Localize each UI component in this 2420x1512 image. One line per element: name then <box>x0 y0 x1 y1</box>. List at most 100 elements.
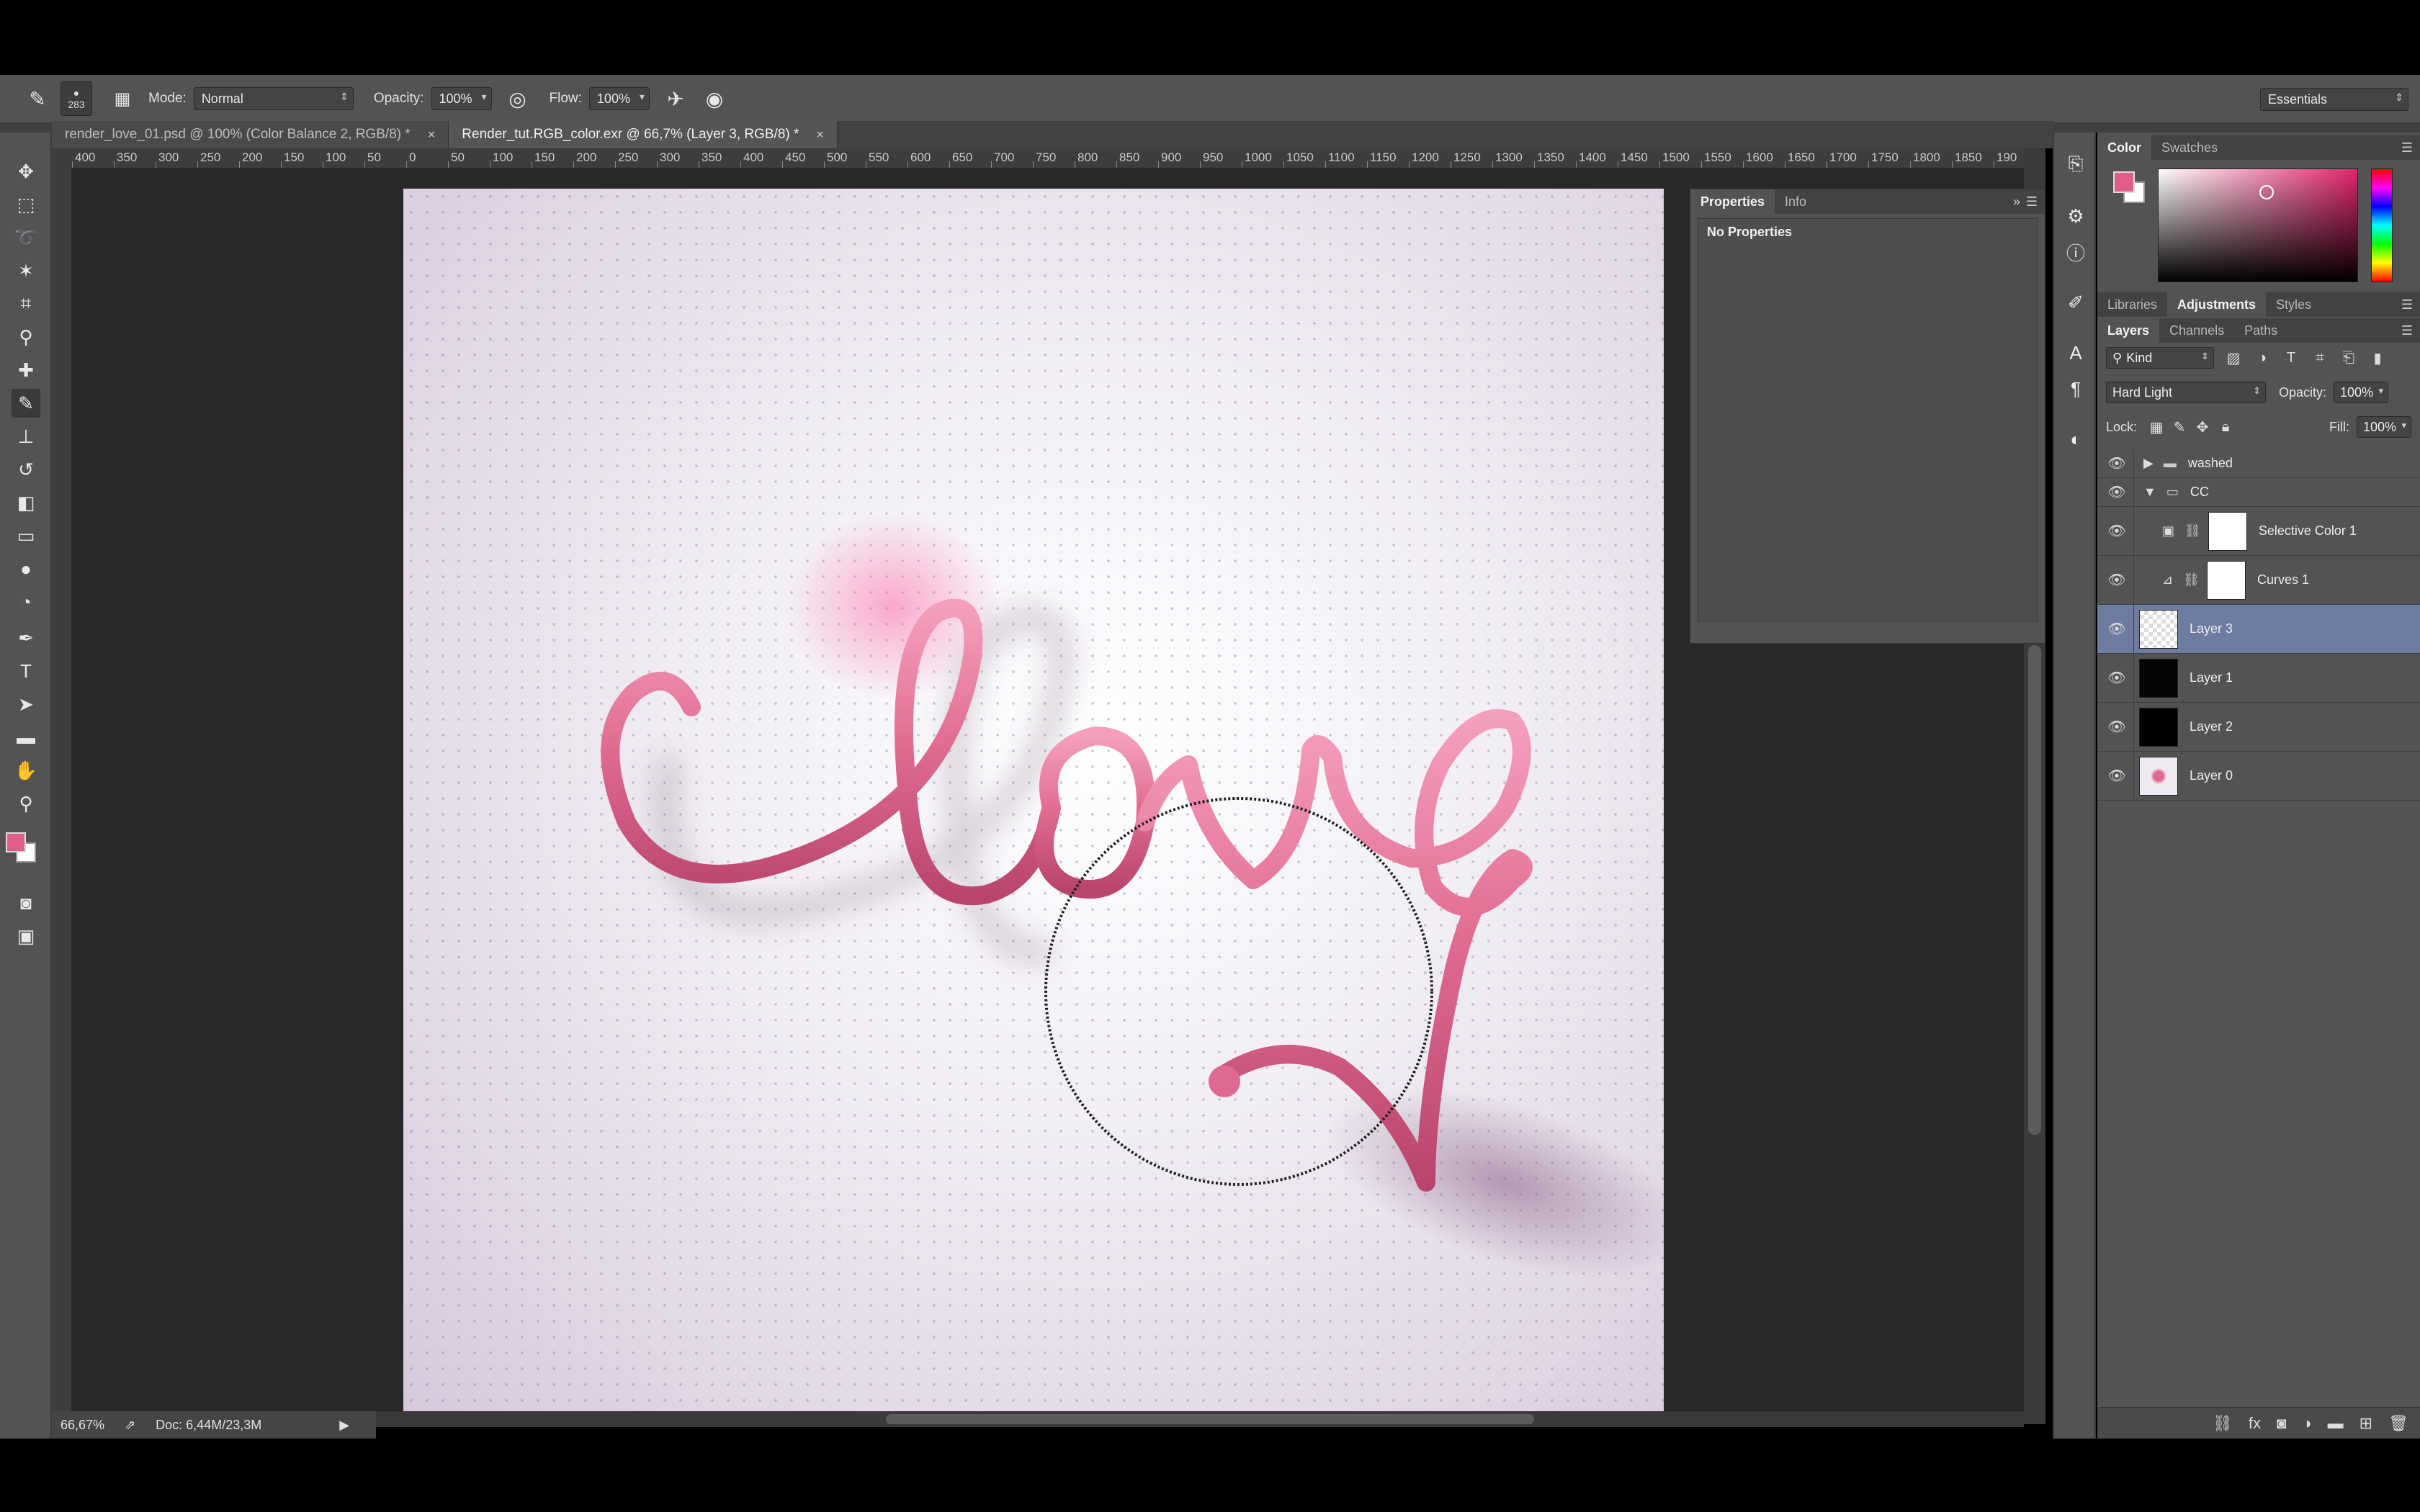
trash-icon[interactable]: 🗑︎ <box>2388 1414 2408 1433</box>
layer-thumbnail[interactable] <box>2139 707 2178 747</box>
layer-thumbnail[interactable] <box>2139 658 2178 698</box>
tab-swatches[interactable]: Swatches <box>2151 135 2228 160</box>
opacity-field[interactable]: 100% ▾ <box>431 87 492 110</box>
filter-toggle-icon[interactable]: ▮ <box>2368 348 2387 367</box>
shape-tool-icon[interactable]: ▬ <box>12 723 40 752</box>
tab-styles[interactable]: Styles <box>2266 292 2321 317</box>
layer-row[interactable]: 👁︎ ▶ ▬ washed <box>2097 449 2420 478</box>
filter-pixel-icon[interactable]: ▨ <box>2224 348 2243 367</box>
layer-row[interactable]: 👁︎ Layer 1 <box>2097 654 2420 703</box>
layer-row[interactable]: 👁︎ Layer 0 <box>2097 752 2420 801</box>
lasso-tool-icon[interactable]: ➰ <box>12 223 40 252</box>
pressure-size-icon[interactable]: ◉ <box>699 83 730 114</box>
scroll-thumb[interactable] <box>2028 645 2041 1135</box>
brush-panel-toggle-icon[interactable]: ▦ <box>107 83 138 114</box>
collapse-arrow-icon[interactable]: ▼ <box>2143 485 2156 500</box>
expand-arrow-icon[interactable]: ▶ <box>2143 456 2154 471</box>
lock-transparent-icon[interactable]: ▦ <box>2147 418 2166 436</box>
layer-mask-thumbnail[interactable] <box>2206 560 2246 600</box>
layer-mask-thumbnail[interactable] <box>2208 511 2247 551</box>
layer-row[interactable]: 👁︎ ⊿ ⛓ Curves 1 <box>2097 556 2420 605</box>
flow-field[interactable]: 100% ▾ <box>588 87 650 110</box>
tab-adjustments[interactable]: Adjustments <box>2167 292 2267 317</box>
horizontal-ruler[interactable]: 400 350 300 250 200 150 100 50 0 50 100 150 200 250 30… <box>72 148 2045 168</box>
color-fg-swatch[interactable] <box>2113 171 2135 193</box>
healing-brush-tool-icon[interactable]: ✚ <box>12 356 40 384</box>
move-tool-icon[interactable]: ✥ <box>12 157 40 186</box>
tab-layers[interactable]: Layers <box>2097 318 2160 343</box>
type-tool-icon[interactable]: T <box>12 657 40 685</box>
layer-thumbnail[interactable] <box>2139 756 2178 796</box>
document-size[interactable]: Doc: 6,44M/23,3M <box>156 1418 261 1433</box>
visibility-eye-icon[interactable]: 👁︎ <box>2107 522 2126 541</box>
quick-mask-icon[interactable]: ◙ <box>12 888 40 917</box>
chain-link-icon[interactable]: ⛓ <box>2184 523 2201 539</box>
filter-shape-icon[interactable]: ⌗ <box>2311 348 2329 367</box>
brush-tool-preset-icon[interactable]: ✎ <box>22 83 53 114</box>
dodge-tool-icon[interactable]: ◔ <box>12 588 40 616</box>
crop-tool-icon[interactable]: ⌗ <box>12 289 40 318</box>
visibility-eye-icon[interactable]: 👁︎ <box>2107 620 2126 639</box>
marquee-tool-icon[interactable]: ⬚ <box>12 190 40 219</box>
visibility-eye-icon[interactable]: 👁︎ <box>2107 767 2126 786</box>
filter-smart-object-icon[interactable]: ⎗ <box>2339 348 2358 367</box>
filter-type-icon[interactable]: T <box>2282 348 2300 367</box>
tab-paths[interactable]: Paths <box>2234 318 2287 343</box>
magic-wand-tool-icon[interactable]: ✶ <box>12 256 40 285</box>
character-panel-icon[interactable]: A <box>2064 341 2087 364</box>
gradient-tool-icon[interactable]: ▭ <box>12 521 40 550</box>
chain-link-icon[interactable]: ⛓ <box>2183 572 2200 588</box>
layer-thumbnail[interactable] <box>2139 609 2178 649</box>
layer-opacity-field[interactable]: 100% ▾ <box>2334 382 2389 403</box>
filter-adjustment-icon[interactable]: ◑ <box>2253 348 2272 367</box>
foreground-color-swatch[interactable] <box>6 832 26 852</box>
visibility-eye-icon[interactable]: 👁︎ <box>2107 669 2126 688</box>
color-picker-ring[interactable] <box>2259 185 2274 199</box>
new-layer-icon[interactable]: ⊞ <box>2360 1414 2372 1433</box>
new-group-icon[interactable]: ▬ <box>2328 1414 2344 1433</box>
workspace-select[interactable]: Essentials ⇕ <box>2260 88 2408 111</box>
share-icon[interactable]: ⇗ <box>125 1418 135 1433</box>
tab-properties[interactable]: Properties <box>1690 189 1775 214</box>
collapse-panel-icon[interactable]: » <box>2013 194 2020 210</box>
tab-info[interactable]: Info <box>1775 189 1816 214</box>
screen-mode-icon[interactable]: ▣ <box>12 922 40 950</box>
paragraph-panel-icon[interactable]: ¶ <box>2064 377 2087 400</box>
add-mask-icon[interactable]: ◙ <box>2277 1414 2286 1433</box>
panel-menu-icon[interactable]: ☰ <box>2401 297 2413 312</box>
lock-image-icon[interactable]: ✎ <box>2170 418 2189 436</box>
tab-color[interactable]: Color <box>2097 135 2151 160</box>
tab-render-tut[interactable]: Render_tut.RGB_color.exr @ 66,7% (Layer … <box>449 121 838 148</box>
clone-stamp-tool-icon[interactable]: ⊥ <box>12 422 40 451</box>
color-picker-field[interactable] <box>2158 168 2358 282</box>
panel-menu-icon[interactable]: ☰ <box>2401 140 2413 156</box>
tab-libraries[interactable]: Libraries <box>2097 292 2167 317</box>
hue-slider[interactable] <box>2371 168 2393 282</box>
zoom-level[interactable]: 66,67% <box>60 1418 104 1433</box>
visibility-eye-icon[interactable]: 👁︎ <box>2107 571 2126 590</box>
fx-icon[interactable]: fx <box>2249 1414 2261 1433</box>
vertical-ruler[interactable] <box>52 168 72 1424</box>
layer-row[interactable]: 👁︎ Layer 2 <box>2097 703 2420 752</box>
play-arrow-icon[interactable]: ▶ <box>339 1418 349 1433</box>
close-icon[interactable]: × <box>816 127 824 143</box>
document-canvas[interactable] <box>403 189 1664 1416</box>
pressure-opacity-icon[interactable]: ◎ <box>502 83 534 114</box>
tab-channels[interactable]: Channels <box>2159 318 2234 343</box>
info-panel-icon[interactable]: ⓘ <box>2064 240 2087 264</box>
tab-render-love[interactable]: render_love_01.psd @ 100% (Color Balance… <box>52 121 449 148</box>
panel-menu-icon[interactable]: ☰ <box>2026 194 2038 210</box>
panel-menu-icon[interactable]: ☰ <box>2401 323 2413 338</box>
visibility-eye-icon[interactable]: 👁︎ <box>2107 454 2126 473</box>
airbrush-icon[interactable]: ✈ <box>660 83 691 114</box>
actions-panel-icon[interactable]: ⚙ <box>2064 204 2087 228</box>
hand-tool-icon[interactable]: ✋ <box>12 756 40 785</box>
3d-panel-icon[interactable]: ◐ <box>2064 428 2087 451</box>
layer-row-selected[interactable]: 👁︎ Layer 3 <box>2097 605 2420 654</box>
history-panel-icon[interactable]: ⎘ <box>2064 153 2087 176</box>
path-selection-tool-icon[interactable]: ➤ <box>12 690 40 719</box>
history-brush-tool-icon[interactable]: ↺ <box>12 455 40 484</box>
brush-size-picker[interactable]: ● 283 <box>60 81 92 116</box>
mode-select[interactable]: Normal ⇕ <box>193 87 354 110</box>
canvas-horizontal-scrollbar[interactable] <box>375 1411 2024 1427</box>
